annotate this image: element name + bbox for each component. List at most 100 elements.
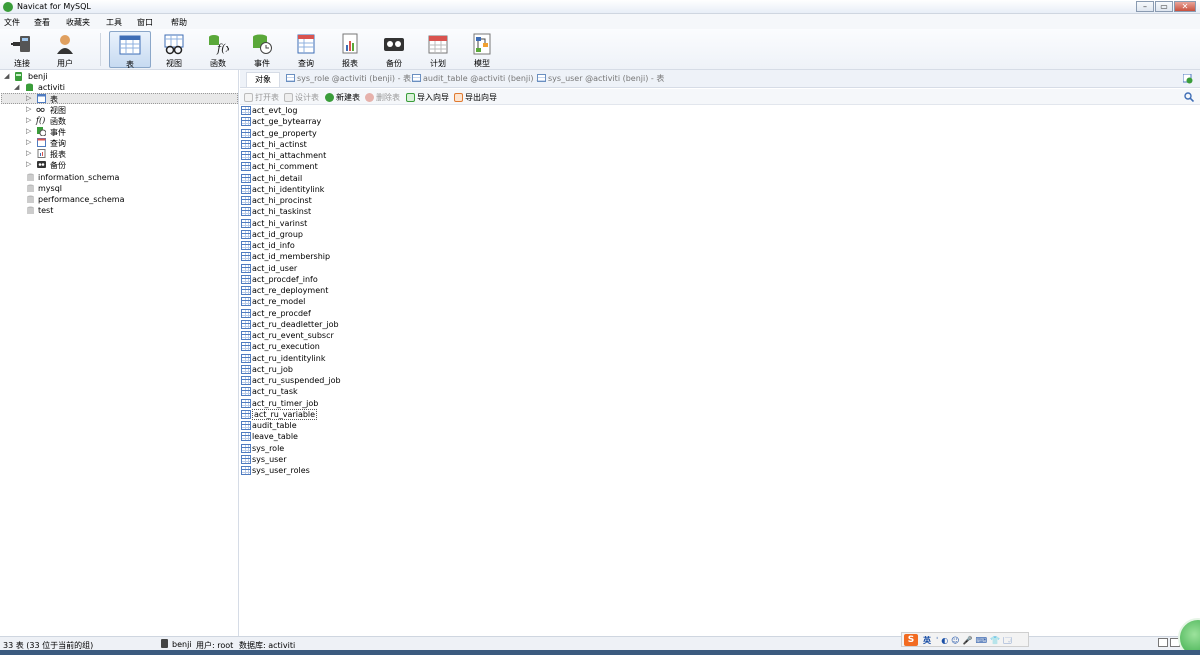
menu-view[interactable]: 查看 <box>34 17 50 28</box>
toolbar-model-button[interactable]: 模型 <box>461 31 503 68</box>
design-table-button[interactable]: 设计表 <box>284 92 319 103</box>
maximize-button[interactable]: ▭ <box>1155 1 1173 12</box>
table-item[interactable]: sys_role <box>241 443 361 454</box>
collapse-arrow-icon[interactable]: ▷ <box>26 116 31 124</box>
table-item[interactable]: act_ru_timer_job <box>241 398 361 409</box>
export-icon <box>454 93 463 102</box>
collapse-arrow-icon[interactable]: ▷ <box>26 138 31 146</box>
delete-table-button[interactable]: 删除表 <box>365 92 400 103</box>
table-item[interactable]: act_ge_bytearray <box>241 116 361 127</box>
design-table-icon <box>284 93 293 102</box>
table-item[interactable]: act_ru_task <box>241 386 361 397</box>
tree-database-information-schema[interactable]: information_schema <box>26 172 206 183</box>
tree-node-tables[interactable]: ▷ 表 <box>26 93 206 104</box>
table-name: sys_user_roles <box>252 466 310 475</box>
table-item[interactable]: act_hi_varinst <box>241 218 361 229</box>
table-item[interactable]: act_hi_comment <box>241 161 361 172</box>
table-icon <box>241 162 251 172</box>
toolbar-function-button[interactable]: f(x) 函数 <box>197 31 239 68</box>
table-icon <box>241 207 251 217</box>
tree-node-views[interactable]: ▷ 视图 <box>26 104 206 115</box>
expand-arrow-icon[interactable]: ◢ <box>14 83 19 91</box>
tree-database-mysql[interactable]: mysql <box>26 183 206 194</box>
export-wizard-button[interactable]: 导出向导 <box>454 92 497 103</box>
table-item[interactable]: act_hi_taskinst <box>241 206 361 217</box>
table-item[interactable]: act_hi_actinst <box>241 139 361 150</box>
tree-node-reports[interactable]: ▷ 报表 <box>26 148 206 159</box>
menu-favorites[interactable]: 收藏夹 <box>66 17 90 28</box>
toolbar-backup-button[interactable]: 备份 <box>373 31 415 68</box>
tree-database-performance-schema[interactable]: performance_schema <box>26 194 206 205</box>
search-icon[interactable] <box>1184 92 1194 102</box>
tab-objects[interactable]: 对象 <box>246 72 280 87</box>
tree-node-queries[interactable]: ▷ 查询 <box>26 137 206 148</box>
table-item[interactable]: leave_table <box>241 431 361 442</box>
table-item[interactable]: act_ru_suspended_job <box>241 375 361 386</box>
table-item[interactable]: act_ru_execution <box>241 341 361 352</box>
toolbar-event-button[interactable]: 事件 <box>241 31 283 68</box>
sogou-ime-icon[interactable]: S <box>904 634 918 646</box>
table-item[interactable]: audit_table <box>241 420 361 431</box>
tree-node-functions[interactable]: ▷ f() 函数 <box>26 115 206 126</box>
toolbar-view-button[interactable]: 视图 <box>153 31 195 68</box>
ime-tool-icons[interactable]: ˈ◐☺🎤⌨👕🗔 <box>936 635 1015 649</box>
table-item[interactable]: act_re_deployment <box>241 285 361 296</box>
toolbar-query-button[interactable]: 查询 <box>285 31 327 68</box>
table-item[interactable]: act_ru_variable <box>241 408 361 420</box>
tab-sys-user[interactable]: sys_user @activiti (benji) - 表 <box>537 72 664 87</box>
toolbar-table-button[interactable]: 表 <box>109 31 151 69</box>
collapse-arrow-icon[interactable]: ▷ <box>26 105 31 113</box>
table-item[interactable]: sys_user_roles <box>241 465 361 476</box>
toolbar-connection-button[interactable]: 连接 <box>1 31 43 68</box>
table-item[interactable]: act_id_info <box>241 240 361 251</box>
table-item[interactable]: act_ru_deadletter_job <box>241 319 361 330</box>
list-view-icon[interactable] <box>1158 638 1168 647</box>
toolbar-schedule-button[interactable]: 计划 <box>417 31 459 68</box>
menu-tools[interactable]: 工具 <box>106 17 122 28</box>
table-item[interactable]: act_hi_identitylink <box>241 184 361 195</box>
collapse-arrow-icon[interactable]: ▷ <box>26 160 31 168</box>
open-table-button[interactable]: 打开表 <box>244 92 279 103</box>
tree-node-backups[interactable]: ▷ 备份 <box>26 159 206 170</box>
tab-sys-role[interactable]: sys_role @activiti (benji) - 表 <box>286 72 411 87</box>
table-item[interactable]: act_evt_log <box>241 105 361 116</box>
menu-window[interactable]: 窗口 <box>137 17 153 28</box>
tree-database-test[interactable]: test <box>26 205 206 216</box>
collapse-arrow-icon[interactable]: ▷ <box>26 94 31 102</box>
table-item[interactable]: act_hi_procinst <box>241 195 361 206</box>
collapse-arrow-icon[interactable]: ▷ <box>26 127 31 135</box>
expand-arrow-icon[interactable]: ◢ <box>4 72 9 80</box>
table-item[interactable]: act_id_user <box>241 263 361 274</box>
import-wizard-button[interactable]: 导入向导 <box>406 92 449 103</box>
tab-audit-table[interactable]: audit_table @activiti (benji) ... <box>412 72 544 87</box>
table-item[interactable]: act_ru_job <box>241 364 361 375</box>
table-item[interactable]: act_id_membership <box>241 251 361 262</box>
close-button[interactable]: ✕ <box>1174 1 1196 12</box>
ime-language-toggle[interactable]: 英 <box>923 635 931 646</box>
tree-database-activiti[interactable]: ◢ activiti <box>14 82 214 93</box>
table-item[interactable]: act_re_model <box>241 296 361 307</box>
table-item[interactable]: act_hi_attachment <box>241 150 361 161</box>
toolbar-report-button[interactable]: 报表 <box>329 31 371 68</box>
table-item[interactable]: act_ru_event_subscr <box>241 330 361 341</box>
toolbar-user-button[interactable]: 用户 <box>44 31 86 68</box>
table-item[interactable]: act_ru_identitylink <box>241 353 361 364</box>
new-table-button[interactable]: 新建表 <box>325 92 360 103</box>
refresh-icon[interactable] <box>1183 74 1193 84</box>
table-item[interactable]: act_id_group <box>241 229 361 240</box>
menu-file[interactable]: 文件 <box>4 17 20 28</box>
tree-connection-benji[interactable]: ◢ benji <box>4 71 204 82</box>
table-item[interactable]: act_re_procdef <box>241 308 361 319</box>
connection-icon <box>161 639 168 648</box>
table-item[interactable]: act_hi_detail <box>241 173 361 184</box>
tree-node-events[interactable]: ▷ 事件 <box>26 126 206 137</box>
table-item[interactable]: sys_user <box>241 454 361 465</box>
minimize-button[interactable]: – <box>1136 1 1154 12</box>
os-taskbar <box>0 650 1200 655</box>
window-title: Navicat for MySQL <box>17 2 91 11</box>
collapse-arrow-icon[interactable]: ▷ <box>26 149 31 157</box>
menu-help[interactable]: 帮助 <box>171 17 187 28</box>
table-icon <box>241 151 251 160</box>
table-item[interactable]: act_procdef_info <box>241 274 361 285</box>
table-item[interactable]: act_ge_property <box>241 128 361 139</box>
